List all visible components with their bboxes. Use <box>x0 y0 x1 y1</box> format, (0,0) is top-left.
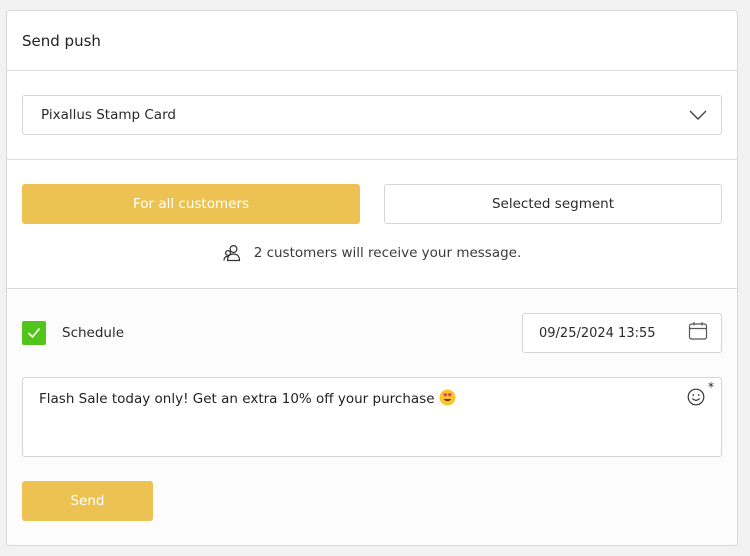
chevron-down-icon <box>689 110 707 120</box>
message-textarea[interactable]: Flash Sale today only! Get an extra 10% … <box>22 377 722 457</box>
message-section: Schedule 09/25/2024 13:55 Flash Sale tod… <box>7 289 737 545</box>
selected-segment-button[interactable]: Selected segment <box>384 184 722 224</box>
check-icon <box>27 327 41 339</box>
recipients-text: 2 customers will receive your message. <box>253 245 522 261</box>
card-select-section: Pixallus Stamp Card <box>7 71 737 160</box>
page-title: Send push <box>22 31 101 50</box>
schedule-row: Schedule 09/25/2024 13:55 <box>22 313 722 353</box>
schedule-datetime-value: 09/25/2024 13:55 <box>539 325 656 341</box>
send-button[interactable]: Send <box>22 481 153 521</box>
stamp-card-select[interactable]: Pixallus Stamp Card <box>22 95 722 135</box>
schedule-datetime-input[interactable]: 09/25/2024 13:55 <box>522 313 722 353</box>
required-mark: * <box>708 380 714 394</box>
schedule-checkbox[interactable] <box>22 321 46 345</box>
card-header: Send push <box>7 11 737 71</box>
message-text: Flash Sale today only! Get an extra 10% … <box>39 391 435 407</box>
schedule-label: Schedule <box>62 325 125 341</box>
smile-icon[interactable] <box>687 388 705 406</box>
recipients-info: 2 customers will receive your message. <box>22 244 722 262</box>
heart-eyes-emoji <box>439 389 456 406</box>
audience-section: For all customers Selected segment 2 cus… <box>7 160 737 289</box>
users-icon <box>223 244 241 262</box>
send-push-card: Send push Pixallus Stamp Card For all cu… <box>6 10 738 546</box>
stamp-card-select-value: Pixallus Stamp Card <box>41 107 176 123</box>
calendar-icon[interactable] <box>688 321 708 345</box>
all-customers-button[interactable]: For all customers <box>22 184 360 224</box>
